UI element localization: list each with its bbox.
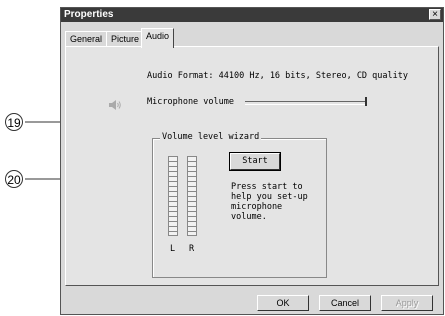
tab-audio[interactable]: Audio (141, 28, 175, 48)
meter-left-label: L (170, 244, 176, 254)
apply-button[interactable]: Apply (381, 295, 433, 311)
microphone-volume-slider-track[interactable] (245, 101, 365, 105)
start-button[interactable]: Start (230, 153, 280, 170)
level-meter-left (168, 156, 178, 236)
meter-right-label: R (189, 244, 195, 254)
callout-20: 20 (5, 170, 23, 188)
microphone-volume-label: Microphone volume (147, 97, 234, 107)
audio-format-text: Audio Format: 44100 Hz, 16 bits, Stereo,… (147, 71, 408, 81)
title-bar: Properties × (61, 8, 443, 22)
properties-dialog: Properties × General Picture Audio Audio… (60, 7, 444, 315)
wizard-help-text: Press start to help you set-up microphon… (231, 182, 308, 222)
help-line: Press start to (231, 182, 303, 192)
tab-general[interactable]: General (65, 31, 108, 47)
help-line: volume. (231, 212, 267, 222)
volume-level-wizard-legend: Volume level wizard (160, 132, 262, 142)
window-title: Properties (64, 9, 114, 20)
level-meter-right (187, 156, 197, 236)
speaker-icon (109, 97, 121, 110)
microphone-volume-slider-thumb[interactable] (365, 97, 367, 106)
ok-button[interactable]: OK (257, 295, 309, 311)
close-button[interactable]: × (429, 9, 441, 20)
callout-19: 19 (5, 113, 23, 131)
cancel-button[interactable]: Cancel (319, 295, 371, 311)
tab-picture[interactable]: Picture (106, 31, 145, 47)
help-line: microphone (231, 202, 283, 212)
help-line: help you set-up (231, 192, 308, 202)
